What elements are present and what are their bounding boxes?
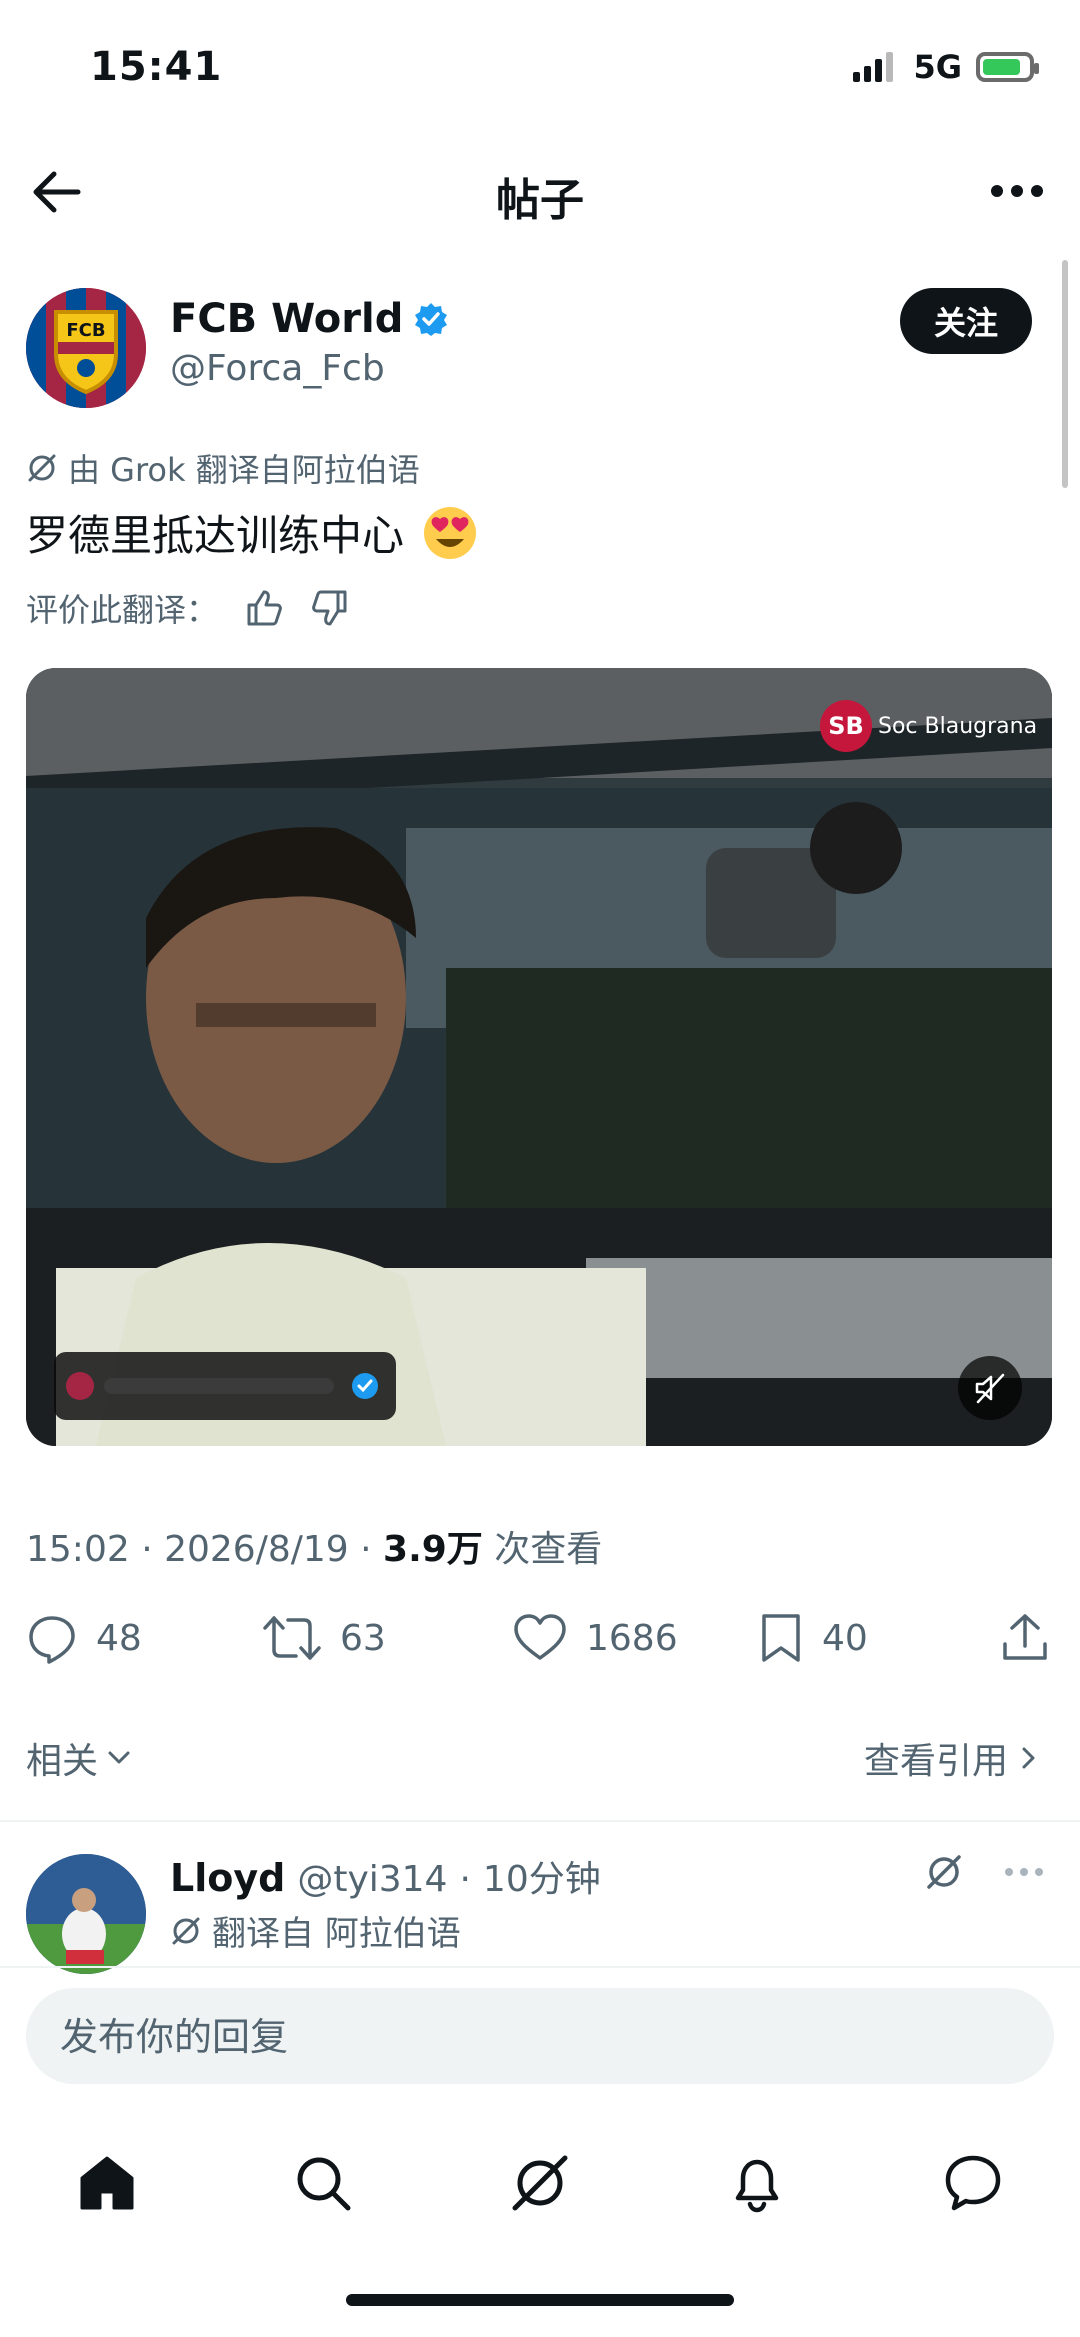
author-name[interactable]: FCB World [170,296,403,342]
rate-translation: 评价此翻译： [26,585,350,631]
translation-note-text: 由 Grok 翻译自阿拉伯语 [68,451,420,489]
grok-tab-icon [512,2155,568,2211]
divider [0,1966,1080,1968]
reply-author-row: Lloyd @tyi314 · 10分钟 [170,1850,601,1902]
search-icon [297,2157,351,2211]
view-label: 次查看 [494,1529,603,1570]
thumbs-up-icon[interactable] [244,588,284,628]
home-icon [80,2156,134,2210]
reply-icon [29,1616,75,1664]
author-avatar[interactable]: FCB [26,288,146,408]
messages-icon [945,2155,1001,2211]
battery-fill [983,59,1021,75]
watermark-logo: SB [820,700,872,752]
author-name-row[interactable]: FCB World [170,296,449,342]
status-indicators: 5G [853,48,1039,86]
post-video[interactable] [26,668,1052,1446]
video-account-tag [54,1352,396,1420]
view-quotes-link[interactable]: 查看引用 [864,1732,1044,1784]
post-text-body: 罗德里抵达训练中心 [26,511,405,560]
verified-badge-icon [415,303,448,336]
scrollbar[interactable] [1062,260,1068,488]
repost-icon [263,1616,321,1660]
watermark-text: Soc Blaugrana [878,713,1038,739]
grok-icon [172,1917,200,1944]
post-time: 15:02 [26,1529,130,1570]
divider [0,1820,1080,1822]
related-toggle[interactable]: 相关 [26,1732,134,1784]
reply-more-icon[interactable] [1004,1867,1044,1877]
video-watermark: SB Soc Blaugrana [820,700,1037,752]
like-icon [514,1614,566,1660]
reply-handle[interactable]: @tyi314 [297,1859,447,1900]
status-time: 15:41 [90,44,223,90]
translation-note: 由 Grok 翻译自阿拉伯语 [26,445,420,491]
more-icon[interactable] [990,184,1044,198]
reply-time: 10分钟 [482,1859,601,1900]
reply-actions [924,1852,1044,1892]
like-button[interactable]: 1686 [512,1612,678,1664]
repost-button[interactable]: 63 [262,1612,386,1664]
top-bar: 帖子 [0,150,1080,230]
view-quotes-label: 查看引用 [863,1741,1008,1782]
signal-icon [853,52,894,82]
chevron-down-icon [108,1751,130,1764]
bell-icon [735,2159,779,2213]
page-title: 帖子 [496,175,584,226]
post-meta: 15:02 · 2026/8/19 · 3.9万 次查看 [26,1529,603,1570]
bottom-tab-bar [0,2124,1080,2244]
rate-translation-label: 评价此翻译： [26,591,219,629]
chevron-right-icon [1022,1747,1035,1769]
tab-grok[interactable] [495,2138,585,2228]
repost-count: 63 [340,1617,386,1659]
reply-author-name[interactable]: Lloyd [170,1856,285,1900]
bookmark-count: 40 [822,1617,868,1659]
bookmark-button[interactable]: 40 [758,1612,868,1664]
author-handle[interactable]: @Forca_Fcb [170,348,385,389]
post-date: 2026/8/19 [164,1529,349,1570]
like-count: 1686 [586,1617,678,1659]
home-indicator [346,2294,734,2306]
reply-avatar[interactable] [26,1854,146,1974]
related-label: 相关 [26,1741,99,1782]
follow-button[interactable]: 关注 [899,288,1032,354]
action-bar: 48 63 1686 40 [0,1612,1080,1682]
video-frame [26,668,1052,1446]
reply-input[interactable] [26,1988,962,2086]
grok-icon[interactable] [924,1852,964,1892]
share-button[interactable] [1000,1612,1050,1664]
heart-eyes-emoji [424,506,477,559]
battery-icon [976,52,1039,82]
reply-count: 48 [96,1617,142,1659]
avatar-logo-text: FCB [66,320,105,341]
tab-notifications[interactable] [712,2138,802,2228]
tab-home[interactable] [62,2138,152,2228]
reply-button[interactable]: 48 [26,1612,142,1664]
reply-translation-text: 翻译自 阿拉伯语 [212,1914,461,1954]
bookmark-icon [762,1614,800,1662]
tab-messages[interactable] [928,2138,1018,2228]
tab-search[interactable] [278,2138,368,2228]
mute-button[interactable] [958,1356,1022,1420]
reply-translation-note: 翻译自 阿拉伯语 [170,1906,461,1955]
thumbs-down-icon[interactable] [310,588,350,628]
mute-icon [975,1373,1005,1404]
reply-composer[interactable] [26,1988,1054,2086]
post-text: 罗德里抵达训练中心 [26,502,478,563]
network-label: 5G [913,48,962,86]
view-count: 3.9万 [383,1529,483,1570]
grok-icon [28,454,56,482]
share-icon [1003,1614,1047,1660]
